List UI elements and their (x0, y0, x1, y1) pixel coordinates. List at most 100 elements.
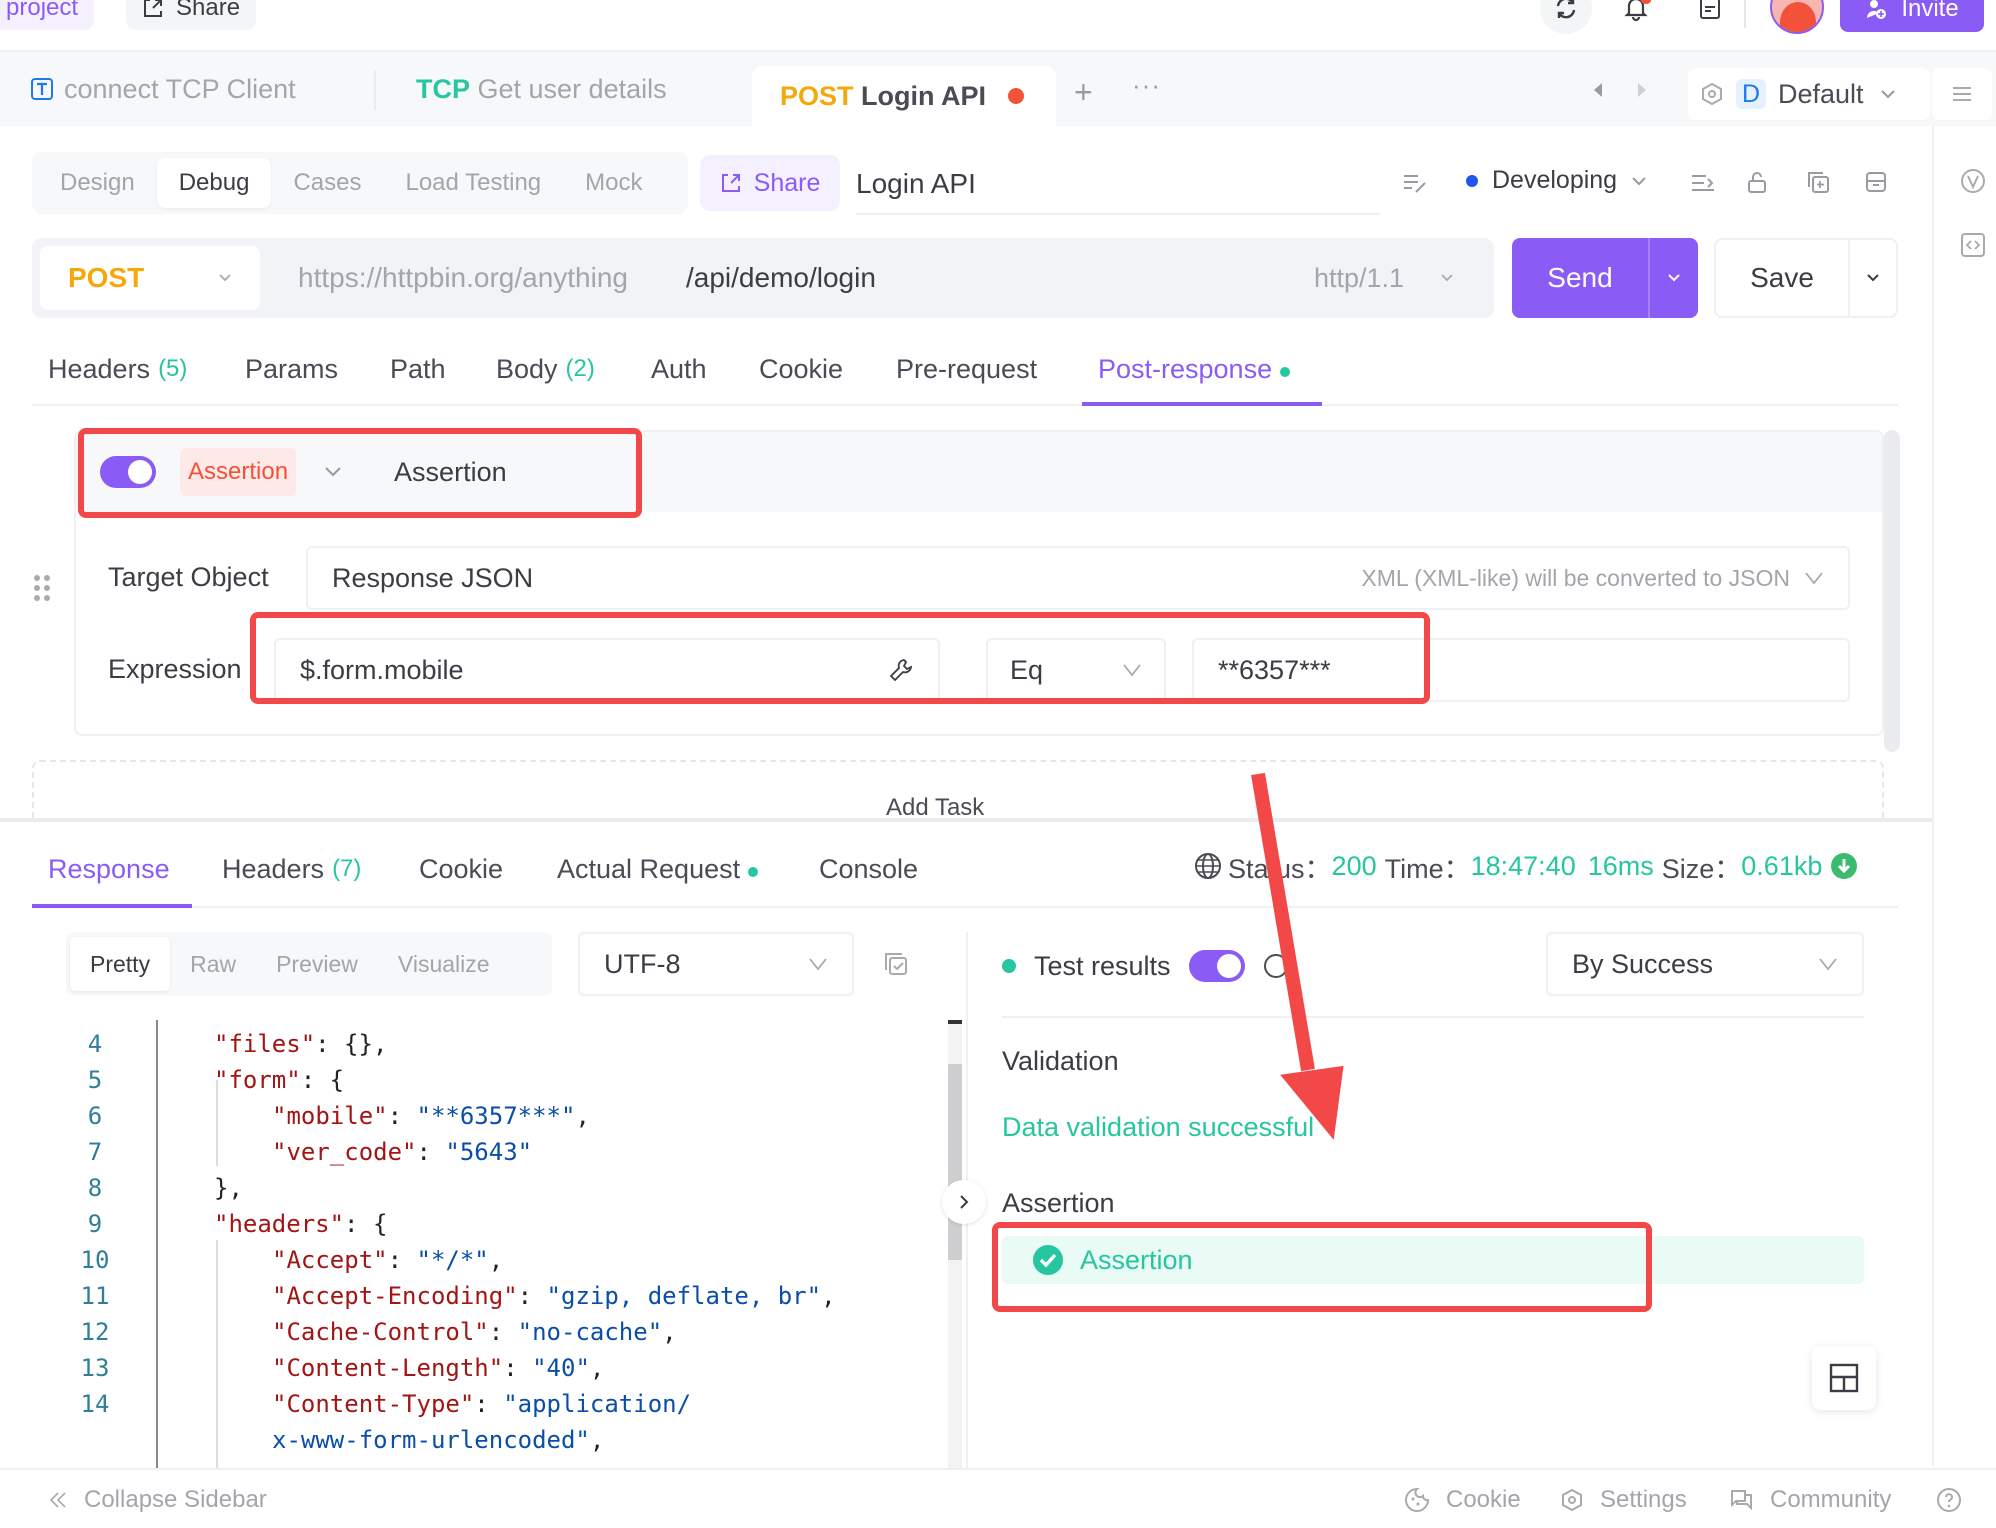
share-button[interactable]: Share (700, 155, 840, 211)
send-options-button[interactable] (1650, 238, 1698, 318)
globe-icon (1194, 852, 1222, 880)
panel-splitter[interactable] (0, 818, 1932, 822)
save-options-button[interactable] (1850, 240, 1896, 316)
add-task-button[interactable]: Add Task (32, 760, 1884, 820)
tab-pretty[interactable]: Pretty (70, 937, 171, 991)
encoding-selector[interactable]: UTF-8 (578, 932, 854, 996)
scroll-right-icon[interactable] (1636, 82, 1648, 98)
copy-icon[interactable] (882, 950, 910, 978)
chevron-down-icon[interactable] (324, 466, 342, 478)
result-filter-selector[interactable]: By Success (1546, 932, 1864, 996)
json-key: "Accept-Encoding" (272, 1282, 518, 1310)
avatar[interactable] (1770, 0, 1824, 34)
tab-cookie[interactable]: Cookie (759, 332, 843, 406)
tab-preview[interactable]: Preview (256, 937, 378, 991)
footer-community-button[interactable]: Community (1728, 1470, 1891, 1528)
json-key: "form" (214, 1066, 301, 1094)
collapse-sidebar-button[interactable]: Collapse Sidebar (48, 1470, 267, 1528)
assertion-enabled-toggle[interactable] (100, 456, 156, 488)
top-bar: project Share Invite (0, 0, 1996, 52)
line-number: 13 (80, 1354, 110, 1382)
community-icon (1728, 1488, 1754, 1512)
tab-response-headers[interactable]: Headers (7) (222, 830, 361, 908)
notes-icon[interactable] (1684, 0, 1736, 34)
target-object-selector[interactable]: Response JSON XML (XML-like) will be con… (306, 546, 1850, 610)
test-results-toggle[interactable] (1188, 950, 1245, 982)
more-tabs-icon[interactable]: ··· (1132, 70, 1161, 101)
tab-params[interactable]: Params (245, 332, 338, 406)
menu-button[interactable] (1932, 68, 1992, 120)
tab-load-testing[interactable]: Load Testing (383, 158, 563, 208)
response-body-code[interactable]: 4 "files": {}, 5 "form": {6 "mobile": "**635… (60, 1030, 948, 1460)
send-button[interactable]: Send (1512, 238, 1650, 318)
code-scrollbar-thumb[interactable] (948, 1064, 962, 1260)
project-label: project (6, 0, 79, 21)
help-button[interactable] (1936, 1470, 1962, 1528)
unlock-icon[interactable] (1746, 170, 1768, 194)
json-string: "*/*" (416, 1246, 489, 1274)
line-number: 8 (87, 1174, 103, 1202)
assertion-name-input[interactable]: Assertion (394, 457, 507, 488)
save-button[interactable]: Save (1716, 240, 1850, 316)
add-tab-button[interactable]: + (1074, 74, 1093, 111)
top-share-button[interactable]: Share (126, 0, 257, 30)
layout-toggle-button[interactable] (1812, 1346, 1876, 1410)
footer-settings-button[interactable]: Settings (1560, 1470, 1687, 1528)
clone-icon[interactable] (1806, 170, 1830, 194)
tab-actual-request[interactable]: Actual Request (557, 830, 759, 908)
tab-request-headers[interactable]: Headers (5) (48, 332, 187, 406)
api-name-input[interactable]: Login API (856, 155, 1380, 215)
http-version-selector[interactable]: http/1.1 (1314, 238, 1454, 318)
time-label: Time： (1384, 853, 1471, 884)
tab-design[interactable]: Design (38, 158, 157, 208)
bell-icon[interactable] (1610, 0, 1662, 34)
version-icon[interactable] (1960, 168, 1986, 194)
tab-response[interactable]: Response (48, 830, 170, 908)
code-snippet-icon[interactable] (1960, 232, 1986, 258)
archive-icon[interactable] (1864, 170, 1888, 194)
json-punctuation: : (474, 1390, 504, 1418)
tab-post-response[interactable]: Post-response (1098, 332, 1291, 406)
tab-auth[interactable]: Auth (651, 332, 707, 406)
tab-label: Auth (651, 353, 707, 384)
environment-selector[interactable]: D Default (1688, 68, 1930, 120)
tab-body[interactable]: Body (2) (496, 332, 595, 406)
doc-tab-get-user-details[interactable]: TCP Get user details (416, 52, 756, 126)
tab-visualize[interactable]: Visualize (378, 937, 510, 991)
json-key: "headers" (214, 1210, 345, 1238)
scroll-left-icon[interactable] (1592, 82, 1604, 98)
chevron-down-icon (1667, 273, 1681, 283)
path-input[interactable]: /api/demo/login (686, 238, 876, 318)
tab-pre-request[interactable]: Pre-request (896, 332, 1037, 406)
code-line: "Content-Length": "40", (272, 1354, 604, 1382)
refresh-icon[interactable] (1540, 0, 1592, 34)
invite-button[interactable]: Invite (1840, 0, 1984, 32)
tab-path[interactable]: Path (390, 332, 446, 406)
wrench-icon[interactable] (888, 657, 914, 683)
tab-cases[interactable]: Cases (271, 158, 383, 208)
doc-tab-tcp-client[interactable]: connect TCP Client (30, 52, 370, 126)
toggle-results-button[interactable] (942, 1180, 986, 1224)
footer-cookie-button[interactable]: Cookie (1404, 1470, 1521, 1528)
tab-raw[interactable]: Raw (170, 937, 256, 991)
download-icon[interactable] (1830, 852, 1858, 880)
expand-icon[interactable] (1690, 172, 1716, 194)
method-selector[interactable]: POST (40, 246, 260, 310)
line-number: 12 (80, 1318, 110, 1346)
operator-selector[interactable]: Eq (986, 638, 1166, 702)
assertion-result-item[interactable]: Assertion (1002, 1236, 1864, 1284)
tab-response-cookie[interactable]: Cookie (419, 830, 503, 908)
divider (1744, 0, 1746, 28)
edit-description-icon[interactable] (1402, 172, 1428, 194)
tab-debug[interactable]: Debug (156, 158, 272, 208)
expression-input[interactable]: $.form.mobile (274, 638, 940, 702)
drag-handle-icon[interactable] (32, 574, 52, 602)
task-list-scrollbar[interactable] (1884, 430, 1900, 752)
doc-tab-login-api[interactable]: POST Login API (752, 66, 1056, 126)
json-key: "ver_code" (272, 1138, 417, 1166)
tab-mock[interactable]: Mock (563, 158, 664, 208)
expected-value-input[interactable]: **6357*** (1192, 638, 1850, 702)
api-status-selector[interactable]: Developing (1466, 166, 1647, 195)
project-button[interactable]: project (0, 0, 95, 30)
tab-console[interactable]: Console (819, 830, 918, 908)
